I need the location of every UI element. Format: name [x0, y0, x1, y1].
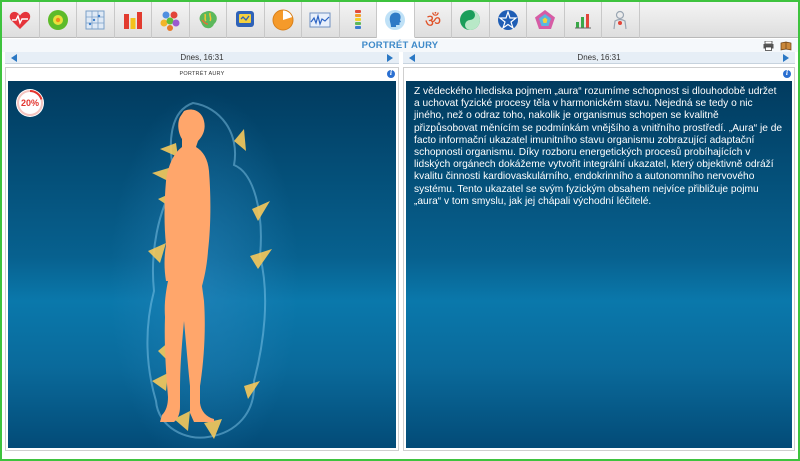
app-window: ॐ PORTRÉT AURY Dnes, 16:31 Dnes, 16:31 P…: [0, 0, 800, 461]
ball-icon[interactable]: [40, 2, 77, 38]
grid-icon[interactable]: [77, 2, 115, 38]
small-bars-icon[interactable]: [565, 2, 602, 38]
heart-icon[interactable]: [2, 2, 40, 38]
left-date-label: Dnes, 16:31: [180, 53, 224, 62]
panel-header: i: [404, 68, 794, 81]
info-icon[interactable]: i: [783, 70, 791, 78]
left-date-bar: Dnes, 16:31: [5, 52, 399, 64]
aura-description-panel: i Z vědeckého hlediska pojmem „aura“ roz…: [403, 67, 795, 451]
aura-figure: [109, 91, 299, 448]
description-area: Z vědeckého hlediska pojmem „aura“ rozum…: [406, 81, 792, 448]
toolbar: ॐ: [2, 2, 798, 38]
head-icon[interactable]: [377, 2, 415, 38]
info-icon[interactable]: i: [387, 70, 395, 78]
book-icon[interactable]: [780, 41, 792, 51]
aura-description: Z vědeckého hlediska pojmem „aura“ rozum…: [414, 86, 783, 207]
aura-portrait-panel: PORTRÉT AURY i 20%: [5, 67, 399, 451]
title-bar: PORTRÉT AURY: [2, 39, 798, 52]
yin-yang-icon[interactable]: [452, 2, 490, 38]
right-date-bar: Dnes, 16:31: [403, 52, 795, 64]
brain-icon[interactable]: [190, 2, 227, 38]
panel-title: PORTRÉT AURY: [179, 71, 225, 77]
bar-chart-icon[interactable]: [115, 2, 152, 38]
aura-percent: 20%: [20, 98, 39, 108]
next-arrow-icon[interactable]: [387, 54, 393, 62]
wave-icon[interactable]: [302, 2, 340, 38]
spine-icon[interactable]: [340, 2, 377, 38]
next-arrow-icon[interactable]: [783, 54, 789, 62]
svg-text:ॐ: ॐ: [425, 11, 441, 32]
om-icon[interactable]: ॐ: [415, 2, 452, 38]
monitor-icon[interactable]: [227, 2, 265, 38]
star-icon[interactable]: [490, 2, 527, 38]
person-icon[interactable]: [602, 2, 640, 38]
print-icon[interactable]: [763, 40, 774, 51]
pie-icon[interactable]: [265, 2, 302, 38]
molecule-icon[interactable]: [152, 2, 190, 38]
right-date-label: Dnes, 16:31: [577, 53, 621, 62]
pentagon-icon[interactable]: [527, 2, 565, 38]
page-title: PORTRÉT AURY: [361, 40, 439, 51]
aura-canvas: 20%: [8, 81, 396, 448]
